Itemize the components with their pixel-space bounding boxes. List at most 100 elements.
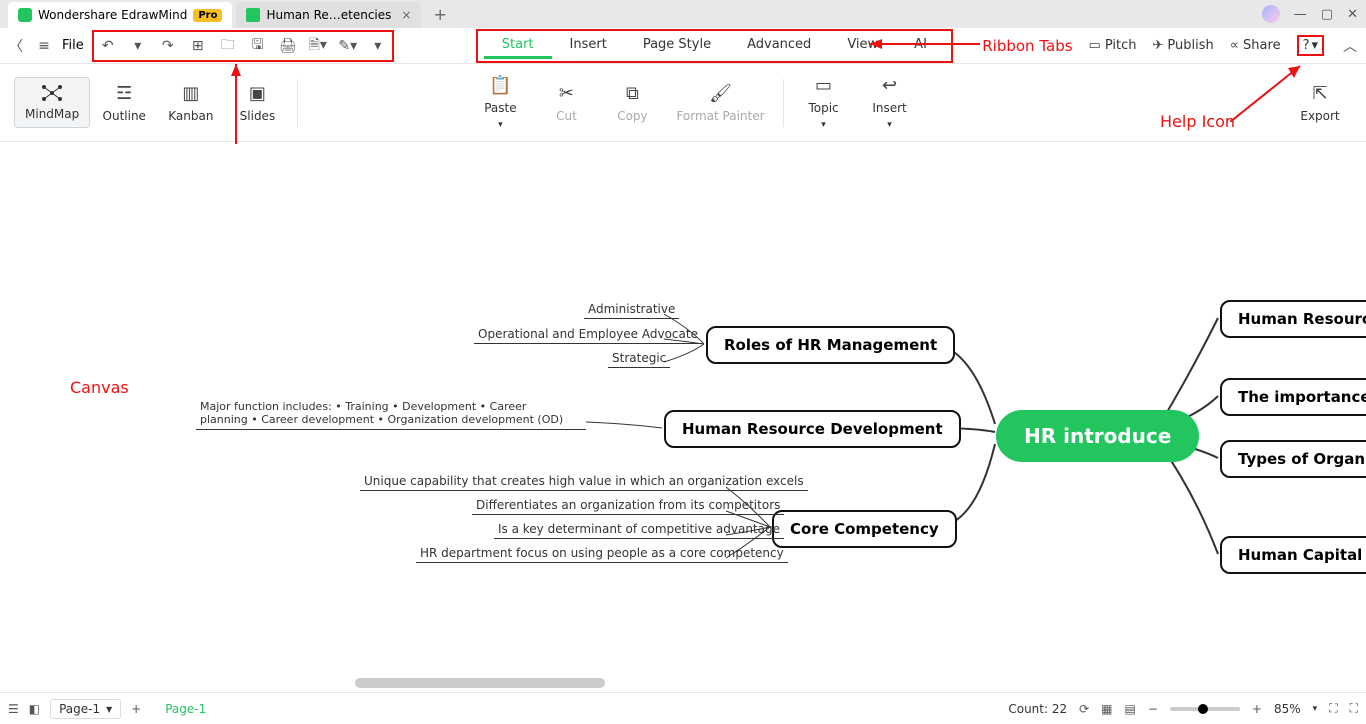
slides-icon: ▣ <box>249 83 266 104</box>
help-icon: ? <box>1303 38 1310 53</box>
node-right-2[interactable]: The importance <box>1220 378 1366 416</box>
zoom-value: 85% <box>1274 702 1301 716</box>
node-core-competency[interactable]: Core Competency <box>772 510 957 548</box>
kanban-button[interactable]: ▥Kanban <box>158 77 223 129</box>
topic-button[interactable]: ▭Topic▾ <box>792 69 856 136</box>
refresh-icon[interactable]: ⟳ <box>1079 702 1089 716</box>
publish-button[interactable]: ✈Publish <box>1153 38 1214 53</box>
export-icon: ⇱ <box>1312 83 1327 104</box>
pitch-icon: ▭ <box>1089 38 1101 53</box>
status-bar: ☰ ◧ Page-1▾ + Page-1 Count: 22 ⟳ ▦ ▤ − +… <box>0 692 1366 724</box>
print-icon[interactable]: 🖨 <box>278 38 298 54</box>
canvas[interactable]: Canvas HR introduce Roles of HR Manageme… <box>0 144 1366 692</box>
paste-button[interactable]: 📋Paste▾ <box>468 69 532 136</box>
open-icon[interactable]: 🗀 <box>218 34 238 58</box>
grid-icon[interactable]: ▦ <box>1101 702 1112 716</box>
export-icon[interactable]: 🗎▾ <box>308 34 328 58</box>
collapse-ribbon-icon[interactable]: ︿ <box>1340 36 1360 56</box>
fit-icon[interactable]: ⛶ <box>1329 701 1337 716</box>
edit-icon[interactable]: ✎▾ <box>338 38 358 54</box>
leaf-administrative[interactable]: Administrative <box>584 302 679 319</box>
file-menu[interactable]: File <box>62 38 84 53</box>
layout-icon[interactable]: ▤ <box>1125 702 1136 716</box>
chevron-down-icon: ▾ <box>887 120 892 130</box>
add-page-icon[interactable]: + <box>131 702 141 716</box>
app-logo-icon <box>18 8 32 22</box>
mindmap-button[interactable]: MindMap <box>14 77 90 128</box>
menu-icon[interactable]: ≡ <box>34 38 54 54</box>
panel-icon[interactable]: ◧ <box>29 702 40 716</box>
help-button[interactable]: ?▾ <box>1297 35 1324 56</box>
node-right-1[interactable]: Human Resourc <box>1220 300 1366 338</box>
close-tab-icon[interactable]: × <box>401 8 411 22</box>
node-right-4[interactable]: Human Capital <box>1220 536 1366 574</box>
current-page[interactable]: Page-1 <box>151 700 220 718</box>
undo-dropdown-icon[interactable]: ▾ <box>128 38 148 54</box>
back-icon[interactable]: 〈 <box>6 36 26 56</box>
insert-button[interactable]: ↩Insert▾ <box>858 69 922 136</box>
chevron-down-icon: ▾ <box>821 120 826 130</box>
annotation-help: Help Icon <box>1160 112 1235 131</box>
chevron-down-icon[interactable]: ▾ <box>1313 704 1318 714</box>
chevron-down-icon: ▾ <box>1311 38 1318 53</box>
minimize-icon[interactable]: — <box>1294 7 1307 22</box>
node-right-3[interactable]: Types of Organ <box>1220 440 1366 478</box>
share-button[interactable]: ∝Share <box>1230 38 1281 53</box>
leaf-strategic[interactable]: Strategic <box>608 351 670 368</box>
tab-start[interactable]: Start <box>484 33 552 59</box>
copy-button[interactable]: ⧉Copy <box>600 77 664 129</box>
chevron-down-icon: ▾ <box>498 120 503 130</box>
document-tab[interactable]: Human Re…etencies × <box>236 2 421 28</box>
horizontal-scrollbar[interactable] <box>355 678 605 688</box>
cut-icon: ✂ <box>559 83 574 104</box>
tab-insert[interactable]: Insert <box>552 33 625 59</box>
outline-icon: ☲ <box>116 83 132 104</box>
leaf-key-determinant[interactable]: Is a key determinant of competitive adva… <box>494 522 784 539</box>
paste-icon: 📋 <box>489 75 511 96</box>
document-icon <box>246 8 260 22</box>
tab-advanced[interactable]: Advanced <box>729 33 829 59</box>
topic-icon: ▭ <box>815 75 832 96</box>
cut-button[interactable]: ✂Cut <box>534 77 598 129</box>
maximize-icon[interactable]: ▢ <box>1321 7 1333 22</box>
app-name: Wondershare EdrawMind <box>38 8 187 22</box>
redo-icon[interactable]: ↷ <box>158 38 178 54</box>
annotation-ribbon: Ribbon Tabs <box>982 37 1072 55</box>
outline-view-icon[interactable]: ☰ <box>8 702 19 716</box>
node-hr-development[interactable]: Human Resource Development <box>664 410 961 448</box>
undo-icon[interactable]: ↶ <box>98 38 118 54</box>
annotation-canvas: Canvas <box>70 378 129 397</box>
tab-page-style[interactable]: Page Style <box>625 33 729 59</box>
outline-button[interactable]: ☲Outline <box>92 77 156 129</box>
zoom-slider[interactable] <box>1170 707 1240 711</box>
format-painter-button[interactable]: 🖌Format Painter <box>666 77 774 129</box>
chevron-down-icon: ▾ <box>106 702 112 716</box>
close-icon[interactable]: ✕ <box>1347 7 1358 22</box>
add-tab-icon[interactable]: + <box>433 5 446 24</box>
leaf-unique-capability[interactable]: Unique capability that creates high valu… <box>360 474 808 491</box>
format-painter-icon: 🖌 <box>709 83 732 104</box>
kanban-icon: ▥ <box>182 83 199 104</box>
save-icon[interactable]: 🖫 <box>248 34 268 58</box>
node-roles-hr[interactable]: Roles of HR Management <box>706 326 955 364</box>
fullscreen-icon[interactable]: ⛶ <box>1350 701 1358 716</box>
zoom-in-icon[interactable]: + <box>1252 702 1262 716</box>
leaf-hr-department[interactable]: HR department focus on using people as a… <box>416 546 788 563</box>
menu-bar: 〈 ≡ File ↶ ▾ ↷ ⊞ 🗀 🖫 🖨 🗎▾ ✎▾ ▾ Start Ins… <box>0 28 1366 64</box>
new-icon[interactable]: ⊞ <box>188 38 208 54</box>
leaf-operational[interactable]: Operational and Employee Advocate <box>474 327 702 344</box>
leaf-differentiates[interactable]: Differentiates an organization from its … <box>472 498 784 515</box>
count-label: Count: 22 <box>1008 702 1067 716</box>
insert-icon: ↩ <box>882 75 897 96</box>
page-selector[interactable]: Page-1▾ <box>50 699 121 719</box>
app-tab[interactable]: Wondershare EdrawMind Pro <box>8 2 232 28</box>
pro-badge: Pro <box>193 9 222 22</box>
center-node[interactable]: HR introduce <box>996 410 1199 462</box>
leaf-major-function[interactable]: Major function includes: • Training • De… <box>196 400 576 428</box>
zoom-out-icon[interactable]: − <box>1148 702 1158 716</box>
pitch-button[interactable]: ▭Pitch <box>1089 38 1137 53</box>
qat-more-icon[interactable]: ▾ <box>368 38 388 54</box>
copy-icon: ⧉ <box>626 83 639 104</box>
avatar[interactable] <box>1262 5 1280 23</box>
mindmap-icon <box>41 84 63 102</box>
